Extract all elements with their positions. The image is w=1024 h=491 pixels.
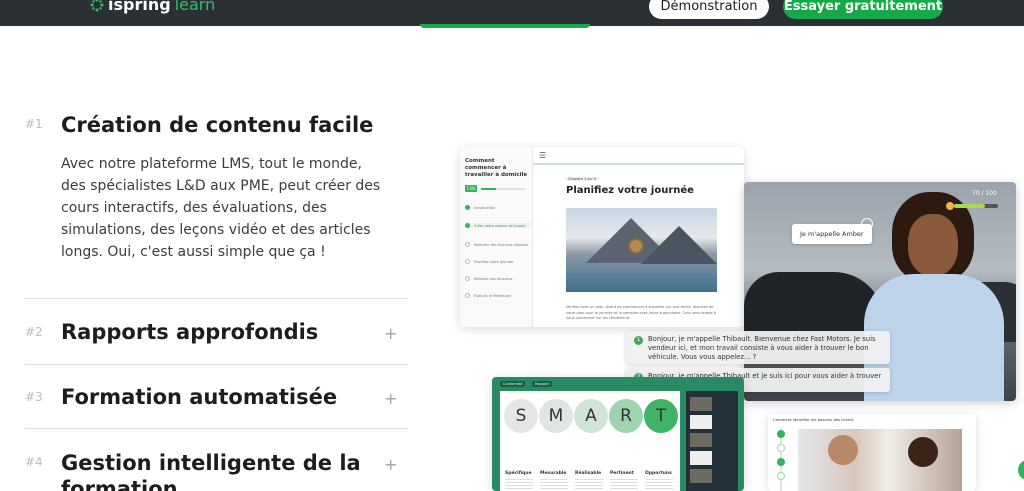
slide-thumbnail[interactable] — [690, 451, 712, 465]
course-title: Comment commencer à travailler à domicil… — [465, 158, 528, 178]
text-lines — [610, 479, 638, 489]
slide-thumbnail[interactable] — [690, 397, 712, 411]
brand-name: ispring — [108, 0, 171, 14]
smart-label: Opportuns — [645, 471, 672, 476]
accordion-title-reports[interactable]: Rapports approfondis — [61, 320, 318, 344]
score-bar — [954, 204, 998, 208]
sidebar-item[interactable]: Créer votre espace de travail — [465, 223, 531, 228]
play-icon[interactable] — [861, 218, 873, 230]
ispring-spark-icon — [90, 0, 104, 11]
divider — [25, 298, 408, 299]
smart-letter-m: M — [539, 399, 573, 433]
sidebar-item[interactable]: Évaluez le télétravail — [465, 293, 531, 298]
course-sidebar: Comment commencer à travailler à domicil… — [460, 147, 533, 327]
scenario-header: Comment identifier les besoins des clien… — [773, 417, 854, 422]
tab-compliance[interactable]: Conformité — [500, 381, 526, 387]
accordion-title-content-creation[interactable]: Création de contenu facile — [61, 113, 373, 137]
smart-label: Réalisable — [575, 471, 602, 476]
lesson-body-text: Vérifiez avec un plan. Avant de commence… — [566, 305, 716, 320]
menu-icon[interactable]: ☰ — [539, 151, 546, 160]
try-free-button[interactable]: Essayer gratuitement — [783, 0, 943, 19]
course-player-preview: Comment commencer à travailler à domicil… — [460, 147, 744, 327]
slide-thumbnail[interactable] — [690, 469, 712, 483]
text-lines — [540, 479, 568, 489]
smart-label: Mesurable — [540, 471, 567, 476]
communication-scenario-preview: Comment identifier les besoins des clien… — [768, 414, 976, 491]
dialogue-option-1[interactable]: 1 Bonjour, je m'appelle Thibault. Bienve… — [626, 331, 890, 364]
slide-thumbnail[interactable] — [690, 433, 712, 447]
accordion-number: #3 — [25, 390, 43, 404]
ispring-learn-logo[interactable]: ispring learn — [90, 0, 215, 14]
accordion-number: #1 — [25, 117, 43, 131]
smart-sheet: S M A R T Spécifique Mesurable Réalisabl… — [500, 391, 680, 491]
smart-letter-s: S — [504, 399, 538, 433]
chapter-chip: Chapitre 1 sur 5 — [565, 177, 600, 181]
slide-thumbnails — [686, 391, 738, 491]
accordion-description: Avec notre plateforme LMS, tout le monde… — [61, 156, 381, 260]
expand-plus-icon[interactable]: + — [384, 455, 397, 474]
progress-bar — [481, 188, 525, 190]
nav-active-indicator — [420, 24, 590, 28]
accordion-number: #4 — [25, 455, 43, 469]
sidebar-item[interactable]: Maîtriser des finances digitales — [465, 242, 531, 247]
divider — [25, 428, 408, 429]
accordion-number: #2 — [25, 325, 43, 339]
option-text: Bonjour, je m'appelle Thibault. Bienvenu… — [648, 335, 876, 361]
smart-letter-t: T — [644, 399, 678, 433]
lesson-content: ☰ Chapitre 1 sur 5 Planifiez votre journ… — [533, 147, 744, 327]
demo-button[interactable]: Démonstration — [649, 0, 769, 19]
lesson-title: Planifiez votre journée — [566, 185, 694, 196]
progress-badge: 13% — [465, 185, 477, 192]
lesson-progress-line — [533, 163, 744, 165]
sidebar-item[interactable]: Bâtissez vos réussites — [465, 276, 531, 281]
speech-bubble: Je m'appelle Amber — [792, 224, 872, 244]
expand-plus-icon[interactable]: + — [384, 324, 397, 343]
text-lines — [575, 479, 603, 489]
avatar-face — [908, 214, 958, 276]
accordion-title-smart-management[interactable]: Gestion intelligente de la formation — [61, 450, 361, 491]
text-lines — [645, 479, 673, 489]
timeline-node — [777, 472, 785, 480]
accordion-title-automated-training[interactable]: Formation automatisée — [61, 385, 337, 409]
sidebar-item[interactable]: Introduction — [465, 205, 531, 210]
score-label: 70 / 100 — [972, 190, 997, 197]
mountain-compass-image — [566, 208, 717, 292]
two-people-photo — [798, 429, 962, 491]
smart-slide-preview: Conformité Rapport S M A R T Spécifique … — [492, 377, 744, 491]
smile-emoji-icon — [946, 202, 954, 210]
smart-letter-r: R — [609, 399, 643, 433]
brand-product: learn — [174, 0, 216, 14]
top-navigation-bar: ispring learn Démonstration Essayer grat… — [0, 0, 1024, 26]
tab-report[interactable]: Rapport — [532, 381, 552, 387]
smart-letter-a: A — [574, 399, 608, 433]
divider — [25, 364, 408, 365]
sidebar-item[interactable]: Planifiez votre journée — [465, 259, 531, 264]
slide-thumbnail[interactable] — [690, 415, 712, 429]
timeline-node — [777, 430, 785, 438]
smart-label: Spécifique — [505, 471, 532, 476]
smart-label: Pertinent — [610, 471, 634, 476]
option-number: 1 — [634, 336, 643, 345]
chat-widget-icon[interactable] — [1018, 460, 1024, 480]
expand-plus-icon[interactable]: + — [384, 389, 397, 408]
text-lines — [505, 479, 533, 489]
timeline-node — [777, 458, 785, 466]
timeline-node — [777, 444, 785, 452]
